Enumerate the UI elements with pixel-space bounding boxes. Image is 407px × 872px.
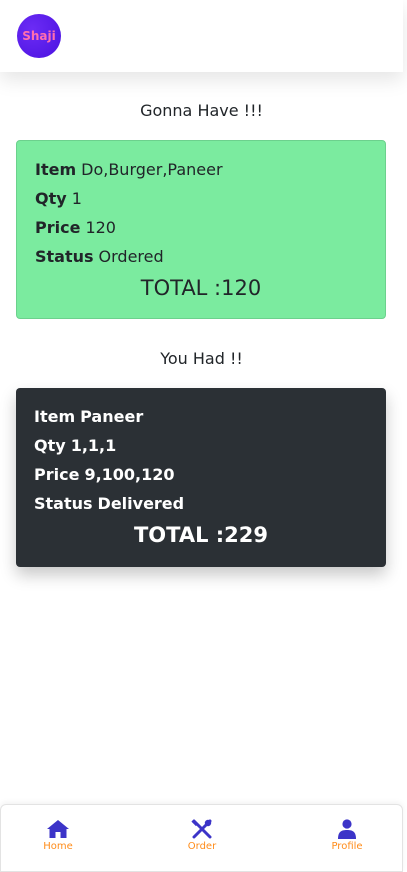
qty-value: 1	[71, 189, 82, 208]
status-value: Ordered	[98, 247, 164, 266]
price-row: Price 120	[35, 213, 367, 242]
nav-profile[interactable]: Profile	[307, 819, 387, 852]
price-label: Price	[34, 465, 80, 484]
status-label: Status	[34, 494, 93, 513]
item-row: Item Do,Burger,Paneer	[35, 155, 367, 184]
qty-row: Qty 1,1,1	[34, 431, 368, 460]
item-label: Item	[34, 407, 76, 426]
pending-order-card: Item Do,Burger,Paneer Qty 1 Price 120 Statu…	[16, 140, 386, 319]
qty-label: Qty	[34, 436, 66, 455]
nav-home[interactable]: Home	[18, 819, 98, 852]
item-label: Item	[35, 160, 77, 179]
logo-text: Shaji	[22, 29, 56, 43]
status-label: Status	[35, 247, 94, 266]
price-row: Price 9,100,120	[34, 460, 368, 489]
past-order-card: Item Paneer Qty 1,1,1 Price 9,100,120 Statu…	[16, 388, 386, 567]
app-logo[interactable]: Shaji	[17, 14, 61, 58]
nav-order-label: Order	[187, 841, 217, 852]
qty-row: Qty 1	[35, 184, 367, 213]
price-value: 120	[85, 218, 116, 237]
nav-home-label: Home	[43, 841, 73, 852]
past-section-title: You Had !!	[160, 349, 243, 368]
qty-value: 1,1,1	[70, 436, 117, 455]
home-icon	[47, 820, 69, 838]
top-bar: Shaji	[0, 0, 403, 72]
user-icon	[338, 819, 356, 839]
price-value: 9,100,120	[84, 465, 175, 484]
status-value: Delivered	[97, 494, 185, 513]
qty-label: Qty	[35, 189, 67, 208]
item-row: Item Paneer	[34, 402, 368, 431]
bottom-navigation: Home Order Profile	[0, 804, 403, 872]
item-value: Do,Burger,Paneer	[81, 160, 223, 179]
nav-profile-label: Profile	[331, 841, 363, 852]
nav-order[interactable]: Order	[162, 819, 242, 852]
price-label: Price	[35, 218, 81, 237]
order-total: TOTAL :120	[140, 276, 262, 300]
status-row: Status Delivered	[34, 489, 368, 518]
item-value: Paneer	[80, 407, 144, 426]
status-row: Status Ordered	[35, 242, 367, 271]
order-total: TOTAL :229	[133, 523, 269, 547]
utensils-icon	[191, 819, 212, 839]
pending-section-title: Gonna Have !!!	[140, 101, 263, 120]
